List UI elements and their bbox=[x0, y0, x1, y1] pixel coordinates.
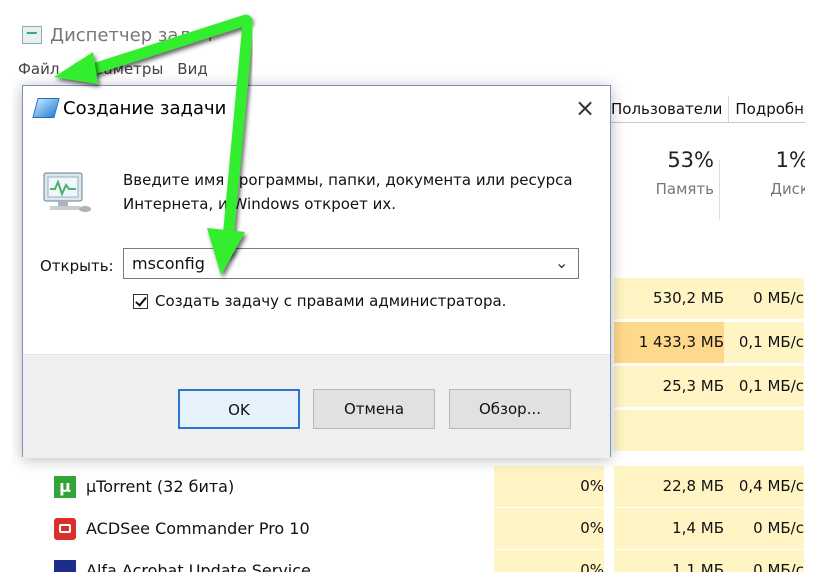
run-icon bbox=[32, 98, 60, 118]
memory-label: Память bbox=[655, 180, 714, 198]
disk-cell bbox=[724, 410, 804, 451]
cpu-cell: 0% bbox=[494, 466, 604, 507]
disk-cell: 0,4 МБ/с bbox=[724, 466, 804, 507]
task-manager-title: Диспетчер задач bbox=[50, 24, 213, 46]
task-manager-icon bbox=[22, 26, 42, 44]
disk-cell: 0 МБ/с bbox=[724, 278, 804, 319]
memory-column-header[interactable]: 53% Память bbox=[604, 148, 714, 198]
admin-checkbox-label: Создать задачу с правами администратора. bbox=[155, 292, 507, 310]
chevron-down-icon[interactable]: ⌄ bbox=[555, 255, 571, 271]
acdsee-icon bbox=[54, 518, 76, 540]
dialog-footer: OK Отмена Обзор... bbox=[23, 354, 610, 458]
tab-users[interactable]: Пользователи bbox=[604, 96, 728, 122]
admin-checkbox[interactable] bbox=[133, 293, 148, 309]
task-manager-tabs: Пользователи Подробности bbox=[604, 96, 825, 123]
bottom-torn-edge bbox=[0, 572, 825, 581]
top-torn-edge bbox=[0, 0, 825, 10]
ok-button[interactable]: OK bbox=[178, 389, 300, 429]
memory-cell: 1 433,3 МБ bbox=[614, 322, 724, 363]
memory-cell bbox=[614, 410, 724, 451]
menu-view[interactable]: Вид bbox=[177, 60, 207, 78]
dialog-titlebar: Создание задачи × bbox=[23, 86, 610, 130]
menu-file[interactable]: Файл bbox=[18, 60, 59, 78]
task-manager-titlebar: Диспетчер задач bbox=[22, 20, 213, 50]
admin-checkbox-row[interactable]: Создать задачу с правами администратора. bbox=[133, 292, 506, 310]
process-name: µTorrent (32 бита) bbox=[86, 477, 235, 496]
utorrent-icon: µ bbox=[54, 476, 76, 498]
create-task-dialog: Создание задачи × Введите имя программы,… bbox=[22, 85, 611, 458]
close-icon[interactable]: × bbox=[570, 94, 600, 122]
dialog-title: Создание задачи bbox=[63, 98, 227, 119]
process-name: ACDSee Commander Pro 10 bbox=[86, 519, 310, 538]
memory-percent: 53% bbox=[667, 148, 714, 172]
table-row-acdsee[interactable]: ACDSee Commander Pro 10 0% 1,4 МБ 0 МБ/с bbox=[14, 508, 804, 549]
computer-icon bbox=[43, 172, 91, 212]
cpu-cell: 0% bbox=[494, 508, 604, 549]
memory-cell: 25,3 МБ bbox=[614, 366, 724, 407]
task-manager-menu: Файл Параметры Вид bbox=[18, 60, 208, 78]
menu-parameters[interactable]: Параметры bbox=[73, 60, 163, 78]
dialog-description: Введите имя программы, папки, документа … bbox=[123, 171, 573, 213]
task-manager-column-headers: 53% Память 1% Диск bbox=[604, 148, 814, 220]
table-row-utorrent[interactable]: µ µTorrent (32 бита) 0% 22,8 МБ 0,4 МБ/с bbox=[14, 466, 804, 507]
disk-percent: 1% bbox=[775, 148, 809, 172]
disk-cell: 0,1 МБ/с bbox=[724, 366, 804, 407]
open-value[interactable]: msconfig bbox=[132, 254, 205, 273]
disk-label: Диск bbox=[770, 180, 809, 198]
memory-cell: 22,8 МБ bbox=[614, 466, 724, 507]
column-separator bbox=[719, 160, 720, 220]
disk-cell: 0,1 МБ/с bbox=[724, 322, 804, 363]
screenshot-canvas: Диспетчер задач Файл Параметры Вид Польз… bbox=[0, 0, 825, 581]
open-label: Открыть: bbox=[40, 257, 114, 275]
disk-cell: 0 МБ/с bbox=[724, 508, 804, 549]
cancel-button[interactable]: Отмена bbox=[313, 389, 435, 429]
memory-cell: 530,2 МБ bbox=[614, 278, 724, 319]
open-combobox[interactable]: msconfig ⌄ bbox=[123, 248, 579, 279]
disk-column-header[interactable]: 1% Диск bbox=[729, 148, 809, 198]
left-torn-edge bbox=[0, 0, 12, 581]
right-torn-edge bbox=[805, 0, 825, 581]
browse-button[interactable]: Обзор... bbox=[449, 389, 571, 429]
memory-cell: 1,4 МБ bbox=[614, 508, 724, 549]
